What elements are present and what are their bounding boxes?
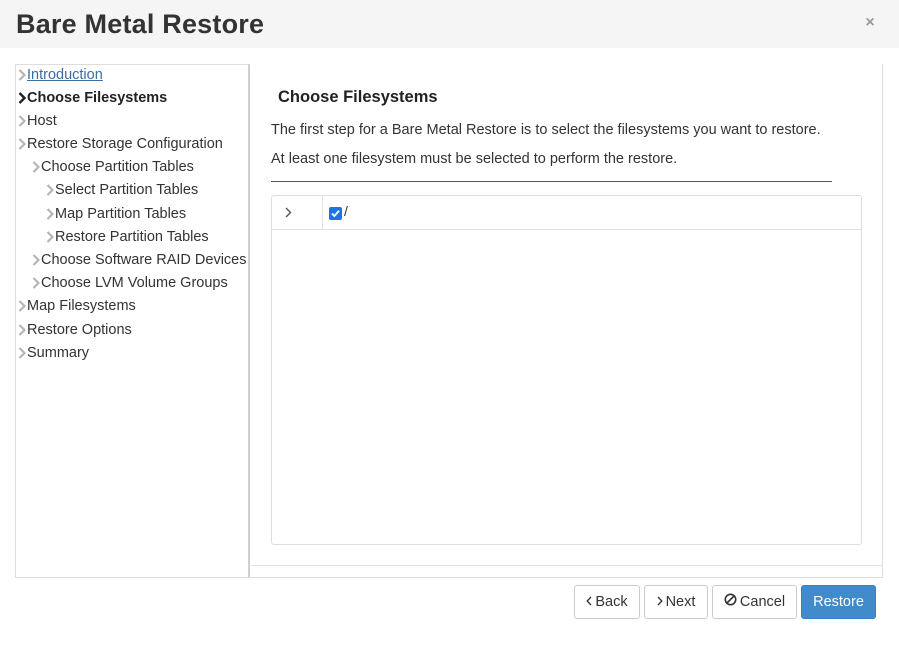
restore-button[interactable]: Restore bbox=[801, 585, 876, 619]
close-icon[interactable]: × bbox=[863, 14, 877, 32]
cancel-button-label: Cancel bbox=[739, 594, 786, 610]
step-requirement-note: At least one filesystem must be selected… bbox=[271, 151, 678, 167]
divider bbox=[271, 181, 832, 182]
back-button-label: Back bbox=[595, 594, 628, 610]
bare-metal-restore-dialog: Bare Metal Restore × Introduction Choose… bbox=[0, 0, 899, 648]
chevron-left-icon bbox=[586, 586, 592, 618]
dialog-header: Bare Metal Restore × bbox=[0, 0, 899, 48]
expand-row-button[interactable] bbox=[272, 196, 323, 230]
next-button[interactable]: Next bbox=[644, 585, 708, 619]
checkmark-icon bbox=[331, 210, 340, 218]
restore-button-label: Restore bbox=[813, 594, 864, 610]
dialog-title: Bare Metal Restore bbox=[16, 9, 265, 39]
step-heading: Choose Filesystems bbox=[278, 88, 438, 106]
chevron-right-icon bbox=[285, 207, 292, 218]
cancel-button[interactable]: Cancel bbox=[712, 585, 797, 619]
step-description: The first step for a Bare Metal Restore … bbox=[271, 122, 821, 138]
next-button-label: Next bbox=[665, 594, 696, 610]
ban-icon bbox=[724, 586, 737, 618]
divider bbox=[251, 565, 882, 566]
filesystems-table: / bbox=[271, 195, 862, 545]
table-row: / bbox=[272, 196, 861, 230]
chevron-right-icon bbox=[657, 586, 663, 618]
step-content: Choose Filesystems The first step for a … bbox=[251, 65, 882, 565]
filesystem-checkbox[interactable] bbox=[329, 207, 342, 220]
back-button[interactable]: Back bbox=[574, 585, 640, 619]
filesystem-name: / bbox=[344, 203, 348, 219]
